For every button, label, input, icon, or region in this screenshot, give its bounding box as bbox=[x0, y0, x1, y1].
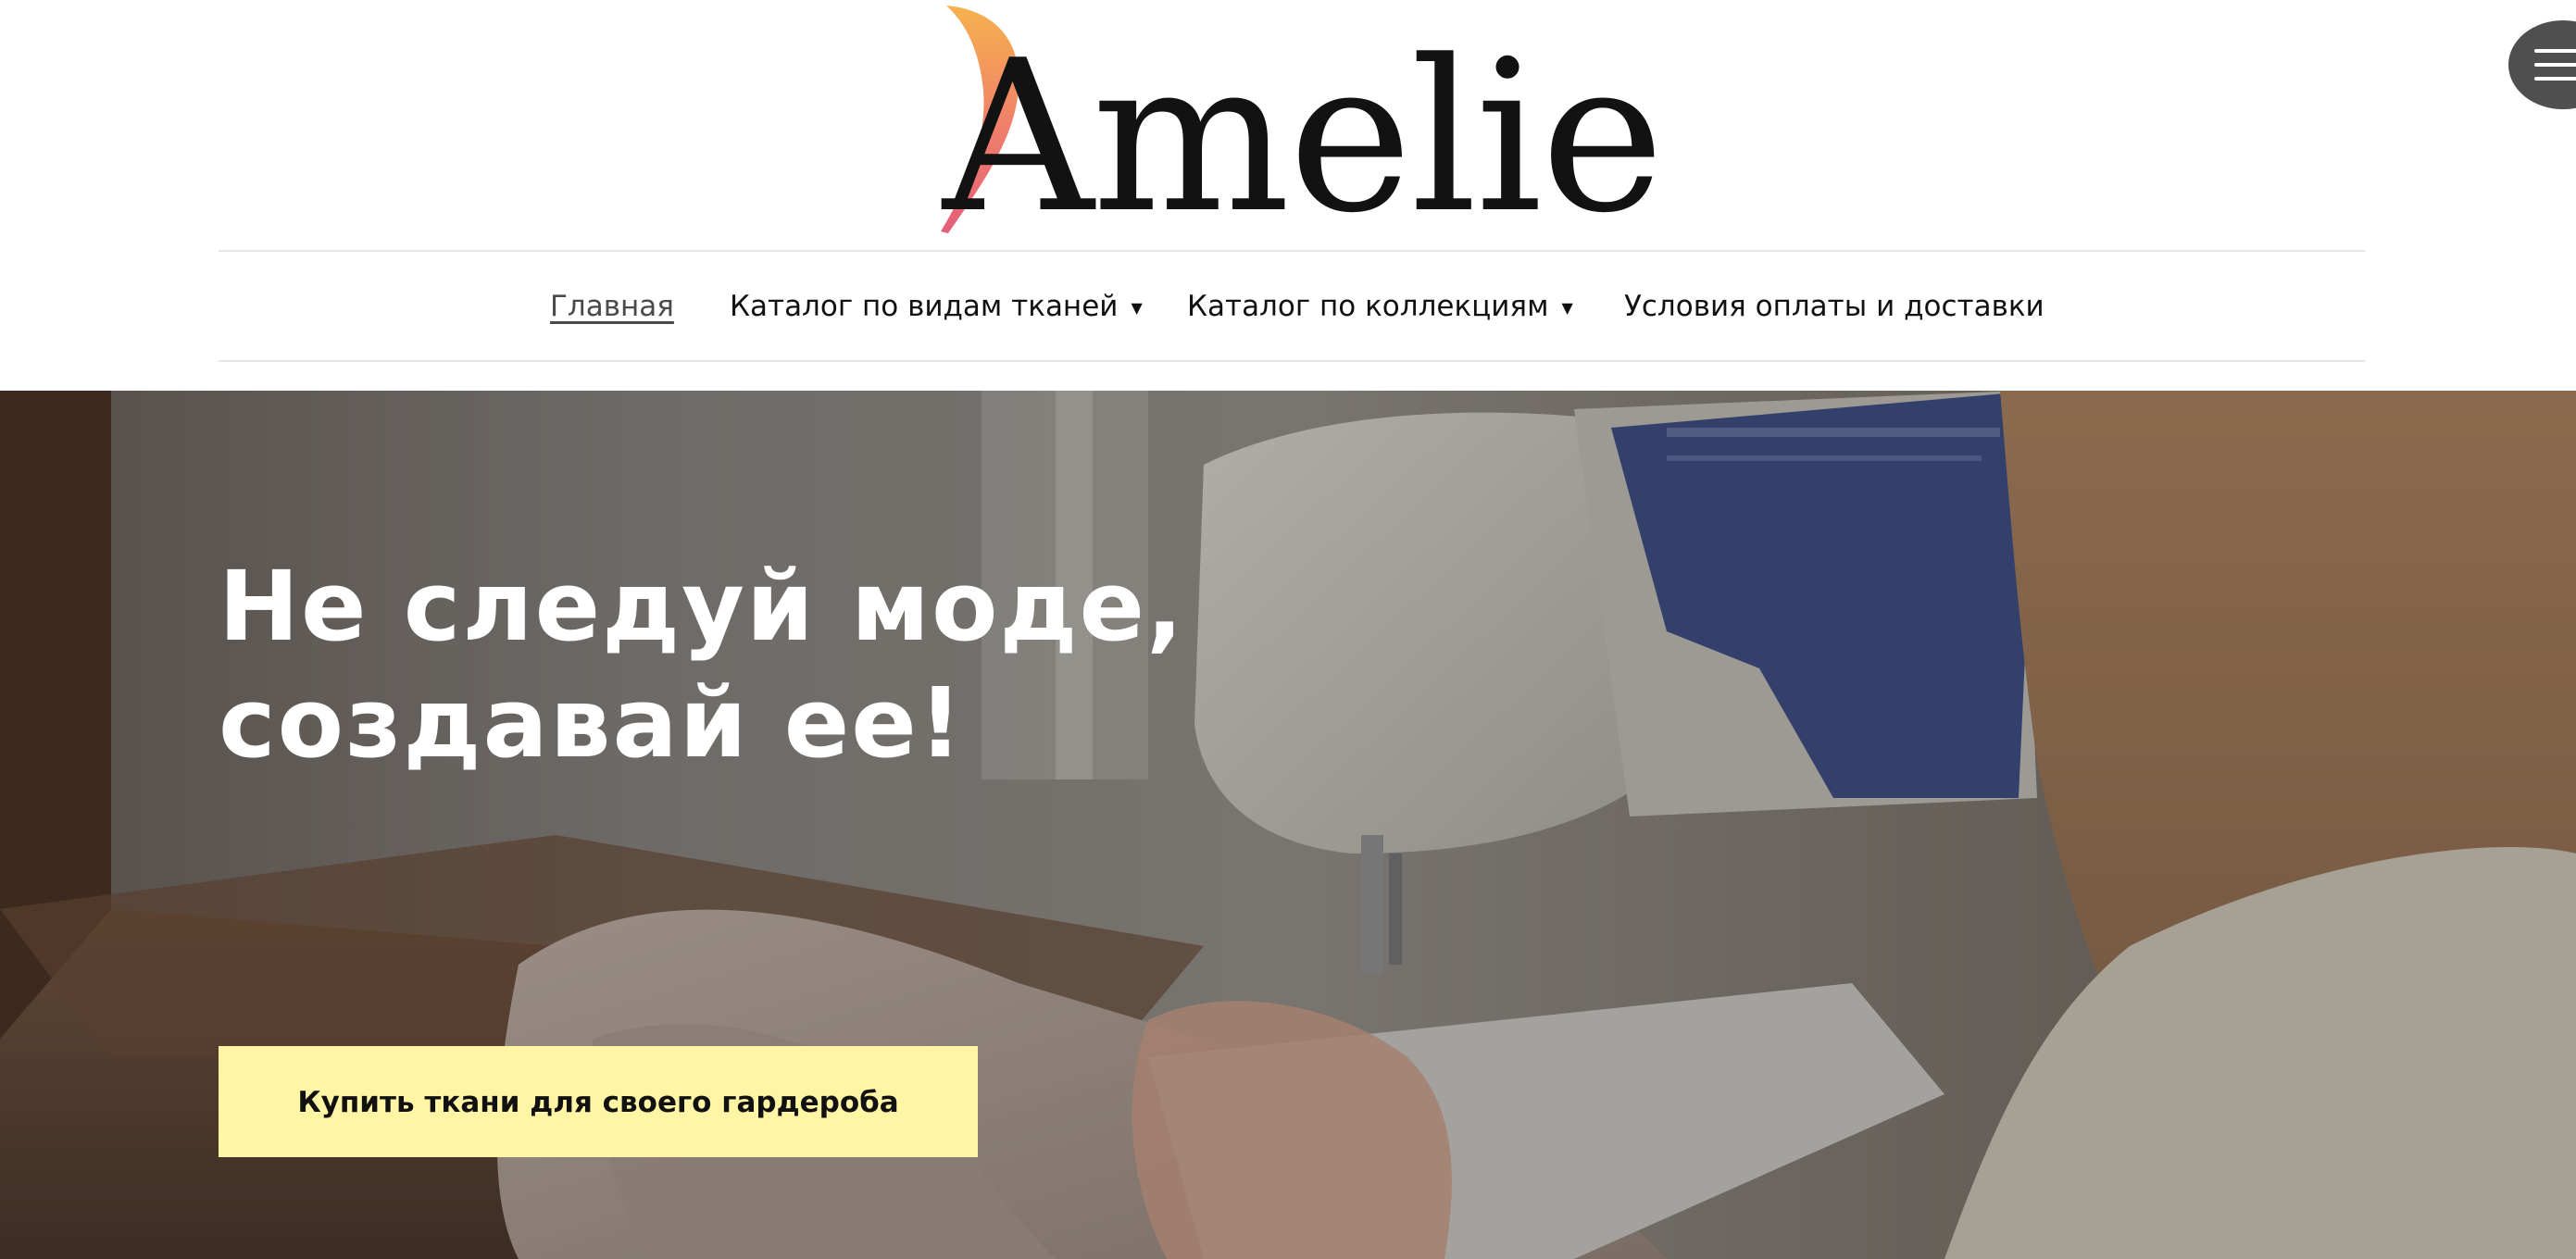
nav-item-label: Главная bbox=[550, 290, 674, 323]
buy-fabrics-button[interactable]: Купить ткани для своего гардероба bbox=[219, 1046, 978, 1157]
hero-banner: Не следуй моде, создавай ее! Купить ткан… bbox=[0, 391, 2576, 1259]
main-nav: Главная Каталог по видам тканей ▼ Каталог… bbox=[219, 252, 2365, 360]
caret-down-icon: ▼ bbox=[1561, 298, 1573, 317]
hero-title-line-2: создавай ее! bbox=[219, 667, 965, 779]
nav-item-label: Условия оплаты и доставки bbox=[1624, 290, 2045, 323]
hero-title-line-1: Не следуй моде, bbox=[219, 550, 1185, 663]
menu-button[interactable] bbox=[2508, 20, 2576, 109]
nav-item-label: Каталог по коллекциям bbox=[1187, 290, 1549, 323]
site-header: Amelie Главная Каталог по видам тканей ▼ … bbox=[0, 0, 2576, 391]
nav-item-label: Каталог по видам тканей bbox=[730, 290, 1119, 323]
nav-divider-bottom bbox=[219, 360, 2365, 362]
logo[interactable]: Amelie bbox=[926, 0, 1667, 248]
hamburger-icon bbox=[2534, 49, 2576, 81]
nav-item-home[interactable]: Главная bbox=[550, 287, 674, 326]
nav-item-payment-delivery[interactable]: Условия оплаты и доставки bbox=[1624, 287, 2045, 326]
logo-wordmark: Amelie bbox=[943, 16, 1665, 259]
hero-title: Не следуй моде, создавай ее! bbox=[219, 548, 1515, 781]
caret-down-icon: ▼ bbox=[1131, 298, 1143, 317]
nav-item-collections[interactable]: Каталог по коллекциям ▼ bbox=[1187, 287, 1573, 326]
nav-item-fabric-types[interactable]: Каталог по видам тканей ▼ bbox=[730, 287, 1143, 326]
